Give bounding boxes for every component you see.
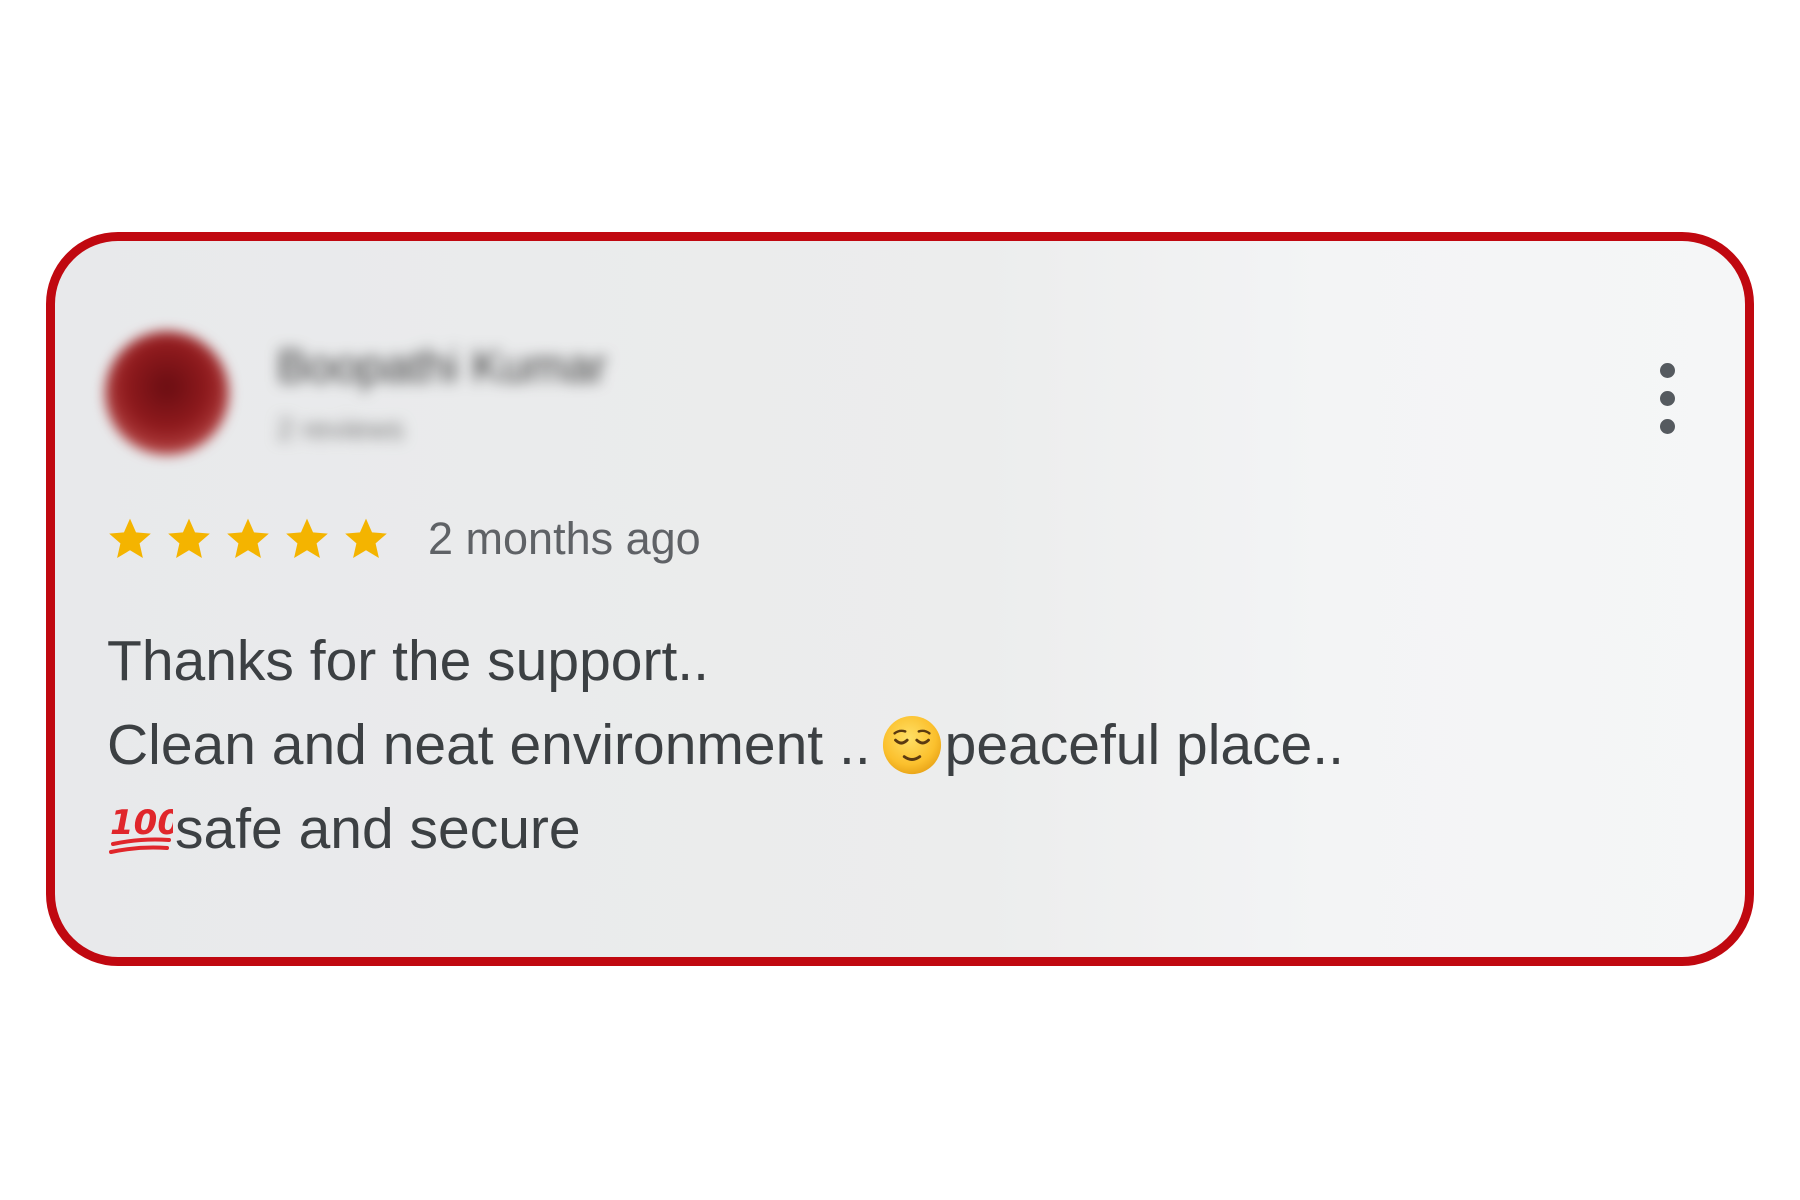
review-line-2: Clean and neat environment .. peaceful p… [107,703,1344,787]
star-icon [109,518,151,558]
more-options-button[interactable] [1647,359,1687,439]
review-line-2-end: peaceful place.. [944,713,1344,777]
review-timestamp: 2 months ago [428,513,701,564]
star-icon [286,518,328,558]
star-icon [168,518,210,558]
reviewer-name[interactable]: Boopathi Kumar [277,339,607,393]
page: Boopathi Kumar 2 reviews 2 months ago Th… [0,0,1800,1200]
review-line-1: Thanks for the support.. [107,629,709,693]
relieved-face-emoji-icon [882,715,941,775]
review-line-2-start: Clean and neat environment .. [107,713,871,777]
star-icon [345,518,387,558]
hundred-points-emoji-icon: 100 [109,803,173,854]
reviewer-review-count: 2 reviews [277,413,404,446]
star-rating [105,514,400,564]
rating-row: 2 months ago [105,509,701,569]
review-line-3-text: safe and secure [175,797,581,861]
review-body: Thanks for the support.. Clean and neat … [107,619,1344,871]
avatar[interactable] [105,331,229,455]
star-icon [227,518,269,558]
review-card: Boopathi Kumar 2 reviews 2 months ago Th… [46,232,1754,966]
review-line-3: 100 safe and secure [107,787,1344,871]
svg-text:100: 100 [110,803,173,843]
